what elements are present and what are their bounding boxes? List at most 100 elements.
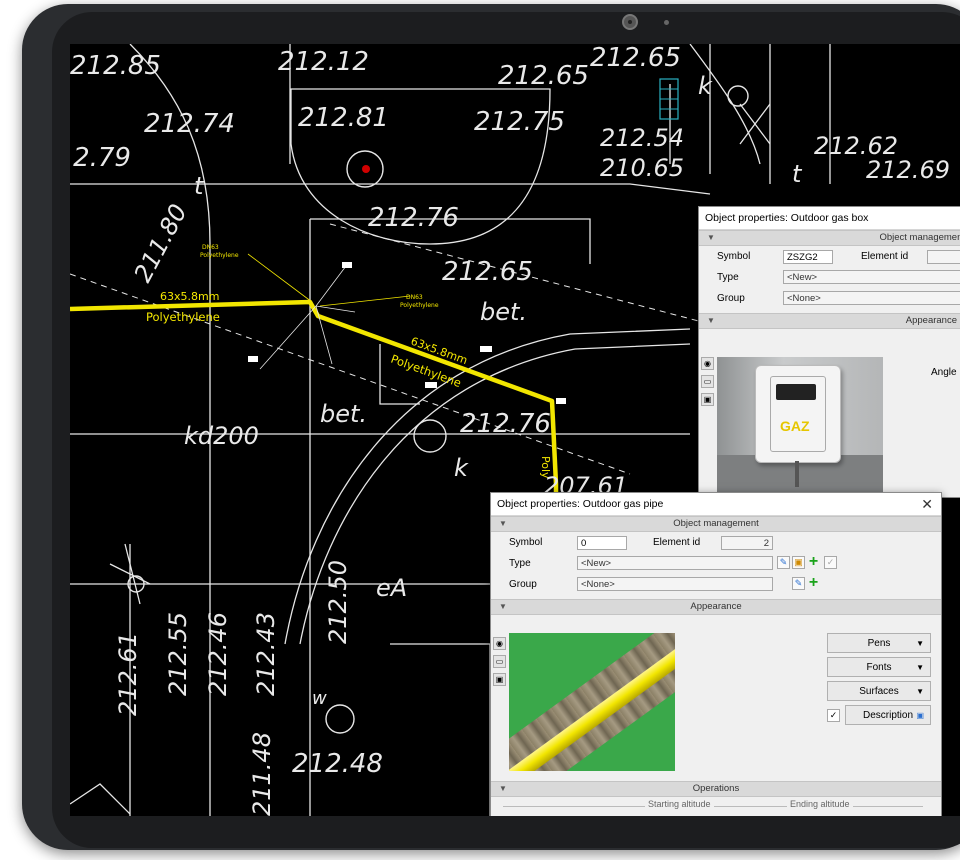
chevron-down-icon: ▼ bbox=[916, 663, 924, 672]
description-checkbox[interactable]: ✓ bbox=[827, 709, 840, 722]
dialog-title: Object properties: Outdoor gas pipe ✕ bbox=[491, 493, 941, 516]
symbol-row: Symbol 0 Element id 2 bbox=[491, 532, 941, 553]
elev-label: 212.76 bbox=[460, 409, 551, 439]
symbol-label: Symbol bbox=[717, 251, 751, 262]
corner-x bbox=[70, 783, 131, 815]
group-label: Group bbox=[717, 293, 745, 304]
elev-label: 212.74 bbox=[144, 109, 235, 139]
section-header[interactable]: ▼ Appearance bbox=[491, 599, 941, 615]
pens-dropdown[interactable]: Pens ▼ bbox=[827, 633, 931, 653]
elev-label: 212.65 bbox=[442, 257, 533, 287]
chevron-down-icon[interactable]: ▼ bbox=[499, 600, 507, 614]
check-icon[interactable]: ✓ bbox=[824, 556, 837, 569]
node-tag bbox=[342, 262, 352, 268]
description-label: Description bbox=[862, 710, 914, 721]
sensor-dot bbox=[664, 20, 669, 25]
pipe-tag-1a: DN63 bbox=[202, 244, 219, 251]
symbol-label: Symbol bbox=[509, 537, 543, 548]
angle-label: Angle bbox=[931, 367, 957, 378]
chevron-down-icon[interactable]: ▼ bbox=[499, 517, 507, 531]
document-tab-icon[interactable]: ▭ bbox=[493, 655, 506, 668]
gas-box-dialog[interactable]: Object properties: Outdoor gas box ▼ Obj… bbox=[698, 206, 960, 498]
gas-pipe-dialog[interactable]: Object properties: Outdoor gas pipe ✕ ▼ … bbox=[490, 492, 942, 816]
dashed-line-1 bbox=[70, 273, 631, 475]
elev-label: 212.46 bbox=[204, 612, 232, 696]
description-button[interactable]: Description ▣ bbox=[845, 705, 931, 725]
symbol-input[interactable]: ZSZG2 bbox=[783, 250, 833, 264]
pipe-tag-1b: Polyethylene bbox=[200, 252, 239, 259]
node-tag bbox=[480, 346, 492, 352]
elev-label: 211.48 bbox=[248, 732, 276, 816]
group-select[interactable]: <None> bbox=[577, 577, 773, 591]
elev-label: 212.79 bbox=[70, 143, 131, 173]
section-label: Operations bbox=[692, 783, 740, 794]
node-tag bbox=[556, 398, 566, 404]
dialog-title-text: Object properties: Outdoor gas pipe bbox=[497, 498, 664, 510]
pens-label: Pens bbox=[867, 638, 891, 649]
edit-icon[interactable]: ✎ bbox=[792, 577, 805, 590]
type-select[interactable]: <New> bbox=[577, 556, 773, 570]
gas-pipe-preview bbox=[509, 633, 675, 771]
chevron-down-icon[interactable]: ▼ bbox=[707, 314, 715, 328]
elev-label: 212.81 bbox=[298, 103, 389, 133]
section-header[interactable]: ▼ Appearance bbox=[699, 313, 960, 329]
open-icon: ▣ bbox=[916, 711, 924, 720]
symbol-input[interactable]: 0 bbox=[577, 536, 627, 550]
type-label: Type bbox=[717, 272, 739, 283]
elev-label: 212.43 bbox=[252, 612, 280, 696]
add-group-icon[interactable]: + bbox=[807, 575, 820, 591]
layers-tab-icon[interactable]: ▣ bbox=[701, 393, 714, 406]
pipe-tag-2a: DN63 bbox=[406, 294, 423, 301]
elev-label: 212.61 bbox=[114, 632, 142, 716]
camera-tab-icon[interactable]: ◉ bbox=[493, 637, 506, 650]
fonts-label: Fonts bbox=[866, 662, 892, 673]
tree-marker bbox=[362, 165, 370, 173]
element-id-label: Element id bbox=[861, 251, 909, 262]
elev-label: eA bbox=[376, 574, 407, 602]
section-header[interactable]: ▼ Operations bbox=[491, 781, 941, 797]
chevron-down-icon[interactable]: ▼ bbox=[499, 782, 507, 796]
section-header[interactable]: ▼ Object management bbox=[699, 230, 960, 246]
element-id-field bbox=[927, 250, 960, 264]
pipe-size-label: 63x5.8mm bbox=[160, 290, 219, 303]
elev-label: bet. bbox=[480, 298, 527, 326]
chevron-down-icon: ▼ bbox=[916, 687, 924, 696]
element-id-field: 2 bbox=[721, 536, 773, 550]
chevron-down-icon[interactable]: ▼ bbox=[707, 231, 715, 245]
type-select[interactable]: <New> bbox=[783, 270, 960, 284]
section-label: Object management bbox=[879, 232, 960, 243]
group-select[interactable]: <None> bbox=[783, 291, 960, 305]
document-tab-icon[interactable]: ▭ bbox=[701, 375, 714, 388]
elev-label: bet. bbox=[320, 400, 367, 428]
elev-label: 210.65 bbox=[600, 154, 684, 182]
section-header[interactable]: ▼ Object management bbox=[491, 516, 941, 532]
camera-tab-icon[interactable]: ◉ bbox=[701, 357, 714, 370]
node-tag bbox=[425, 382, 437, 388]
elev-label: 212.75 bbox=[474, 107, 565, 137]
elev-label: t bbox=[194, 172, 205, 200]
elev-label: 212.76 bbox=[368, 203, 459, 233]
top-right-lines bbox=[669, 44, 831, 184]
layers-tab-icon[interactable]: ▣ bbox=[493, 673, 506, 686]
gas-label: GAZ bbox=[780, 418, 810, 434]
elev-label: 212.48 bbox=[292, 749, 383, 779]
close-icon[interactable]: ✕ bbox=[921, 493, 933, 515]
leader-2 bbox=[319, 295, 411, 307]
section-label: Object management bbox=[673, 518, 759, 529]
fonts-dropdown[interactable]: Fonts ▼ bbox=[827, 657, 931, 677]
camera-icon bbox=[622, 14, 638, 30]
elev-label: t bbox=[792, 160, 803, 188]
node-tag bbox=[248, 356, 258, 362]
copy-icon[interactable]: ▣ bbox=[792, 556, 805, 569]
chevron-down-icon: ▼ bbox=[916, 639, 924, 648]
ending-altitude-label: Ending altitude bbox=[787, 799, 853, 809]
element-id-label: Element id bbox=[653, 537, 701, 548]
lower-structure bbox=[390, 643, 491, 816]
elev-label: 212.85 bbox=[70, 51, 161, 81]
cad-viewport[interactable]: 63x5.8mm Polyethylene DN63 Polyethylene … bbox=[70, 44, 960, 816]
surfaces-dropdown[interactable]: Surfaces ▼ bbox=[827, 681, 931, 701]
gas-box-preview: GAZ bbox=[717, 357, 883, 493]
edit-icon[interactable]: ✎ bbox=[777, 556, 790, 569]
manhole-circle bbox=[413, 419, 447, 453]
add-type-icon[interactable]: + bbox=[807, 554, 820, 570]
